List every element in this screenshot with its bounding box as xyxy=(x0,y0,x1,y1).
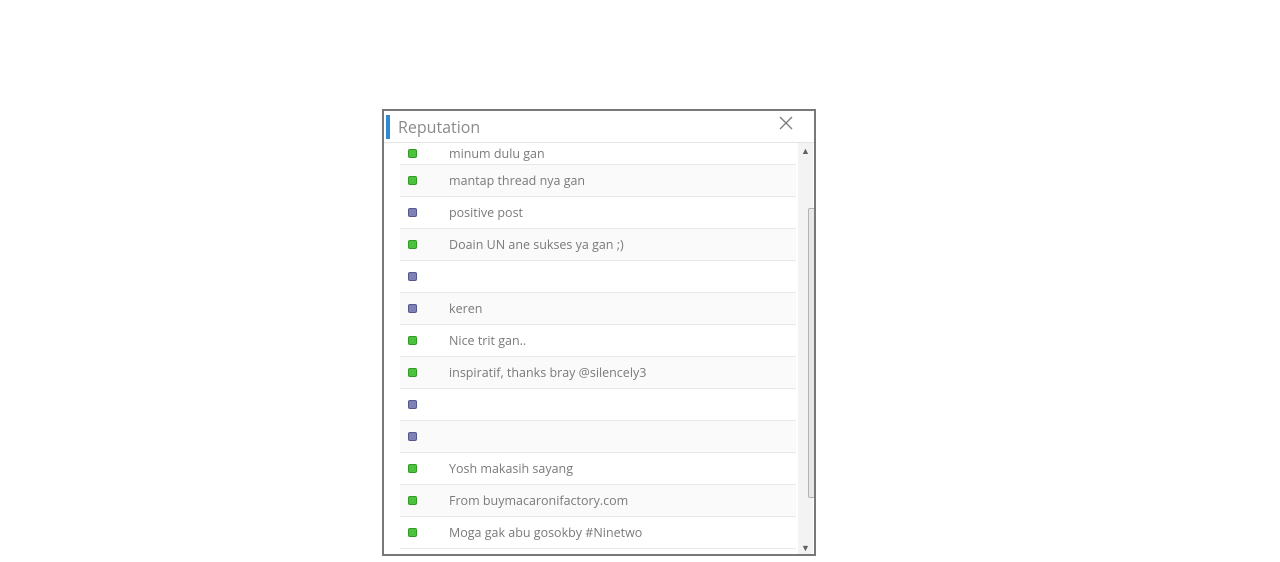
list-item xyxy=(400,389,796,421)
rep-text: mantap thread nya gan xyxy=(449,172,585,189)
close-icon xyxy=(778,115,794,131)
rep-badge-icon xyxy=(408,528,417,537)
list-item: From buymacaronifactory.com xyxy=(400,485,796,517)
list-item: mantap thread nya gan xyxy=(400,165,796,197)
list-item: Nice trit gan.. xyxy=(400,325,796,357)
rep-text: minum dulu gan xyxy=(449,145,545,162)
rep-badge-icon xyxy=(408,464,417,473)
rep-text: positive post xyxy=(449,204,523,221)
rep-badge-icon xyxy=(408,240,417,249)
rep-badge-icon xyxy=(408,149,417,158)
rep-badge-icon xyxy=(408,176,417,185)
rep-badge-icon xyxy=(408,400,417,409)
list-item: Yosh makasih sayang xyxy=(400,453,796,485)
reputation-modal: Reputation ▲ ▼ minum dulu gan mantap thr… xyxy=(382,109,816,556)
close-button[interactable] xyxy=(778,115,796,133)
rep-text: Moga gak abu gosokby #Ninetwo xyxy=(449,524,642,541)
modal-title: Reputation xyxy=(398,116,480,138)
rep-text: inspiratif, thanks bray @silencely3 xyxy=(449,364,646,381)
list-item xyxy=(400,421,796,453)
rep-text: From buymacaronifactory.com xyxy=(449,492,628,509)
modal-accent-bar xyxy=(386,115,390,139)
scrollbar-thumb[interactable] xyxy=(808,208,814,498)
rep-text: keren xyxy=(449,300,482,317)
rep-text: Doain UN ane sukses ya gan ;) xyxy=(449,236,624,253)
list-item xyxy=(400,261,796,293)
list-item: Moga gak abu gosokby #Ninetwo xyxy=(400,517,796,549)
reputation-list: minum dulu gan mantap thread nya gan pos… xyxy=(400,143,796,554)
list-item: Doain UN ane sukses ya gan ;) xyxy=(400,229,796,261)
rep-badge-icon xyxy=(408,368,417,377)
scroll-down-button[interactable]: ▼ xyxy=(798,540,813,554)
list-item: inspiratif, thanks bray @silencely3 xyxy=(400,357,796,389)
rep-badge-icon xyxy=(408,336,417,345)
rep-badge-icon xyxy=(408,496,417,505)
rep-text: Nice trit gan.. xyxy=(449,332,526,349)
rep-text: Yosh makasih sayang xyxy=(449,460,573,477)
modal-body: ▲ ▼ minum dulu gan mantap thread nya gan… xyxy=(384,143,814,554)
list-item: positive post xyxy=(400,197,796,229)
rep-badge-icon xyxy=(408,272,417,281)
rep-badge-icon xyxy=(408,432,417,441)
list-item: minum dulu gan xyxy=(400,143,796,165)
rep-badge-icon xyxy=(408,208,417,217)
rep-badge-icon xyxy=(408,304,417,313)
list-item: keren xyxy=(400,293,796,325)
scroll-up-button[interactable]: ▲ xyxy=(798,143,813,157)
modal-header: Reputation xyxy=(384,111,814,143)
